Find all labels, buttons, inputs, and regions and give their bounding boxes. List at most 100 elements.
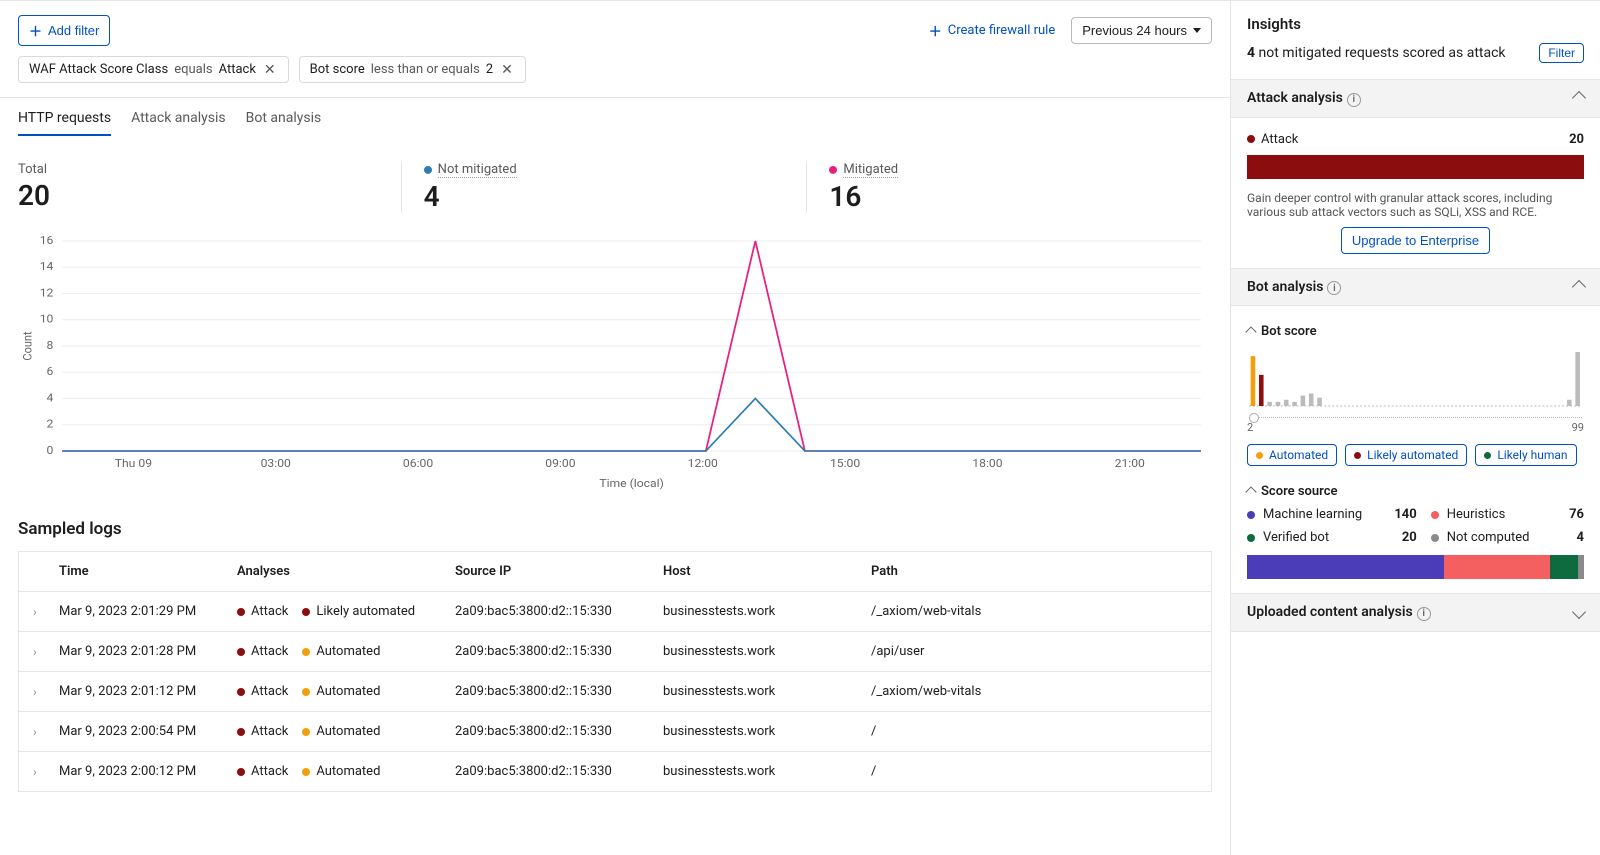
table-row[interactable]: › Mar 9, 2023 2:00:12 PM Attack Automate… bbox=[19, 751, 1211, 791]
bot-tag[interactable]: Likely automated bbox=[1345, 444, 1467, 466]
bot-tag[interactable]: Likely human bbox=[1475, 444, 1576, 466]
col-header-analyses: Analyses bbox=[237, 564, 447, 579]
total-block-mitigated: Mitigated 16 bbox=[806, 162, 1212, 213]
dot-icon bbox=[1247, 534, 1255, 542]
tab-http-requests[interactable]: HTTP requests bbox=[18, 110, 111, 136]
cell-host: businesstests.work bbox=[663, 764, 863, 779]
cell-ip: 2a09:bac5:3800:d2::15:330 bbox=[455, 684, 655, 699]
chevron-down-icon bbox=[1193, 28, 1201, 33]
chevron-up-icon bbox=[1245, 486, 1256, 497]
dot-icon bbox=[1431, 511, 1439, 519]
total-block-not-mitigated: Not mitigated 4 bbox=[401, 162, 807, 213]
chevron-up-icon bbox=[1245, 326, 1256, 337]
cell-time: Mar 9, 2023 2:01:12 PM bbox=[59, 684, 229, 699]
score-source-label: Not computed bbox=[1431, 530, 1530, 545]
close-icon[interactable]: ✕ bbox=[499, 63, 515, 77]
info-icon: i bbox=[1347, 93, 1361, 107]
bot-tag[interactable]: Automated bbox=[1247, 444, 1337, 466]
score-source-value: 4 bbox=[1544, 530, 1584, 545]
svg-text:06:00: 06:00 bbox=[403, 457, 433, 470]
dot-icon bbox=[302, 688, 310, 696]
score-source-bar bbox=[1247, 555, 1584, 579]
tabs: HTTP requests Attack analysis Bot analysis bbox=[0, 98, 1230, 136]
table-row[interactable]: › Mar 9, 2023 2:01:28 PM Attack Automate… bbox=[19, 631, 1211, 671]
attack-analysis-title: Attack analysis bbox=[1247, 90, 1343, 106]
svg-text:18:00: 18:00 bbox=[972, 457, 1002, 470]
tab-bot-analysis[interactable]: Bot analysis bbox=[246, 110, 322, 136]
add-filter-label: Add filter bbox=[48, 23, 99, 38]
uploaded-content-title: Uploaded content analysis bbox=[1247, 604, 1413, 620]
chevron-right-icon: › bbox=[33, 765, 51, 779]
dot-icon bbox=[1484, 452, 1491, 459]
bar-segment bbox=[1578, 555, 1584, 579]
attack-legend-label: Attack bbox=[1261, 132, 1298, 147]
dot-icon bbox=[237, 768, 245, 776]
cell-host: businesstests.work bbox=[663, 684, 863, 699]
cell-analyses: Attack Likely automated bbox=[237, 604, 447, 619]
dot-icon bbox=[237, 608, 245, 616]
svg-text:10: 10 bbox=[40, 312, 54, 325]
chevron-right-icon: › bbox=[33, 645, 51, 659]
cell-time: Mar 9, 2023 2:01:28 PM bbox=[59, 644, 229, 659]
svg-text:12:00: 12:00 bbox=[688, 457, 718, 470]
score-source-value: 76 bbox=[1544, 507, 1584, 522]
close-icon[interactable]: ✕ bbox=[262, 63, 278, 77]
bar-segment bbox=[1247, 555, 1444, 579]
dot-icon bbox=[1256, 452, 1263, 459]
bot-score-slider[interactable] bbox=[1249, 417, 1582, 419]
info-icon: i bbox=[1327, 281, 1341, 295]
total-label: Total bbox=[18, 162, 47, 177]
bot-analysis-panel-header[interactable]: Bot analysisi bbox=[1231, 268, 1600, 307]
col-header-path: Path bbox=[871, 564, 1197, 579]
attack-legend-value: 20 bbox=[1569, 132, 1584, 147]
add-filter-button[interactable]: ＋ Add filter bbox=[18, 15, 110, 46]
svg-text:0: 0 bbox=[47, 444, 54, 457]
create-firewall-rule-link[interactable]: ＋ Create firewall rule bbox=[929, 21, 1056, 40]
svg-text:Thu 09: Thu 09 bbox=[115, 457, 152, 470]
slider-thumb[interactable] bbox=[1249, 413, 1259, 423]
bot-score-title: Bot score bbox=[1261, 324, 1317, 339]
table-row[interactable]: › Mar 9, 2023 2:01:29 PM Attack Likely a… bbox=[19, 591, 1211, 631]
time-range-label: Previous 24 hours bbox=[1082, 23, 1187, 38]
svg-text:14: 14 bbox=[40, 260, 54, 273]
filter-chip[interactable]: WAF Attack Score Class equals Attack ✕ bbox=[18, 56, 289, 83]
dot-icon bbox=[1247, 511, 1255, 519]
svg-text:09:00: 09:00 bbox=[545, 457, 575, 470]
bot-tags: Automated Likely automated Likely human bbox=[1247, 444, 1584, 466]
cell-host: businesstests.work bbox=[663, 644, 863, 659]
create-rule-label: Create firewall rule bbox=[948, 23, 1055, 38]
attack-bar bbox=[1247, 155, 1584, 179]
tab-attack-analysis[interactable]: Attack analysis bbox=[131, 110, 226, 136]
score-source-grid: Machine learning140Heuristics76Verified … bbox=[1247, 507, 1584, 545]
cell-path: /api/user bbox=[871, 644, 1197, 659]
chevron-down-icon bbox=[1572, 605, 1586, 619]
score-source-value: 140 bbox=[1377, 507, 1417, 522]
uploaded-content-panel-header[interactable]: Uploaded content analysisi bbox=[1231, 593, 1600, 632]
dot-icon bbox=[829, 166, 837, 174]
dot-icon bbox=[237, 728, 245, 736]
svg-text:6: 6 bbox=[47, 365, 54, 378]
dot-icon bbox=[302, 648, 310, 656]
not-mitigated-label: Not mitigated bbox=[438, 162, 517, 178]
score-source-label: Verified bot bbox=[1247, 530, 1363, 545]
insight-desc: not mitigated requests scored as attack bbox=[1259, 45, 1506, 61]
attack-analysis-panel-header[interactable]: Attack analysis i bbox=[1231, 79, 1600, 118]
filter-chip[interactable]: Bot score less than or equals 2 ✕ bbox=[299, 56, 526, 83]
score-source-label: Heuristics bbox=[1431, 507, 1530, 522]
upgrade-button[interactable]: Upgrade to Enterprise bbox=[1341, 227, 1490, 254]
cell-host: businesstests.work bbox=[663, 724, 863, 739]
svg-text:Time (local): Time (local) bbox=[599, 477, 663, 490]
dot-icon bbox=[302, 608, 310, 616]
chevron-up-icon bbox=[1572, 280, 1586, 294]
cell-analyses: Attack Automated bbox=[237, 644, 447, 659]
col-header-ip: Source IP bbox=[455, 564, 655, 579]
chevron-up-icon bbox=[1572, 91, 1586, 105]
table-row[interactable]: › Mar 9, 2023 2:01:12 PM Attack Automate… bbox=[19, 671, 1211, 711]
insight-filter-button[interactable]: Filter bbox=[1539, 43, 1584, 63]
chevron-right-icon: › bbox=[33, 685, 51, 699]
svg-text:12: 12 bbox=[40, 286, 54, 299]
cell-ip: 2a09:bac5:3800:d2::15:330 bbox=[455, 724, 655, 739]
cell-time: Mar 9, 2023 2:01:29 PM bbox=[59, 604, 229, 619]
table-row[interactable]: › Mar 9, 2023 2:00:54 PM Attack Automate… bbox=[19, 711, 1211, 751]
time-range-dropdown[interactable]: Previous 24 hours bbox=[1071, 17, 1212, 44]
